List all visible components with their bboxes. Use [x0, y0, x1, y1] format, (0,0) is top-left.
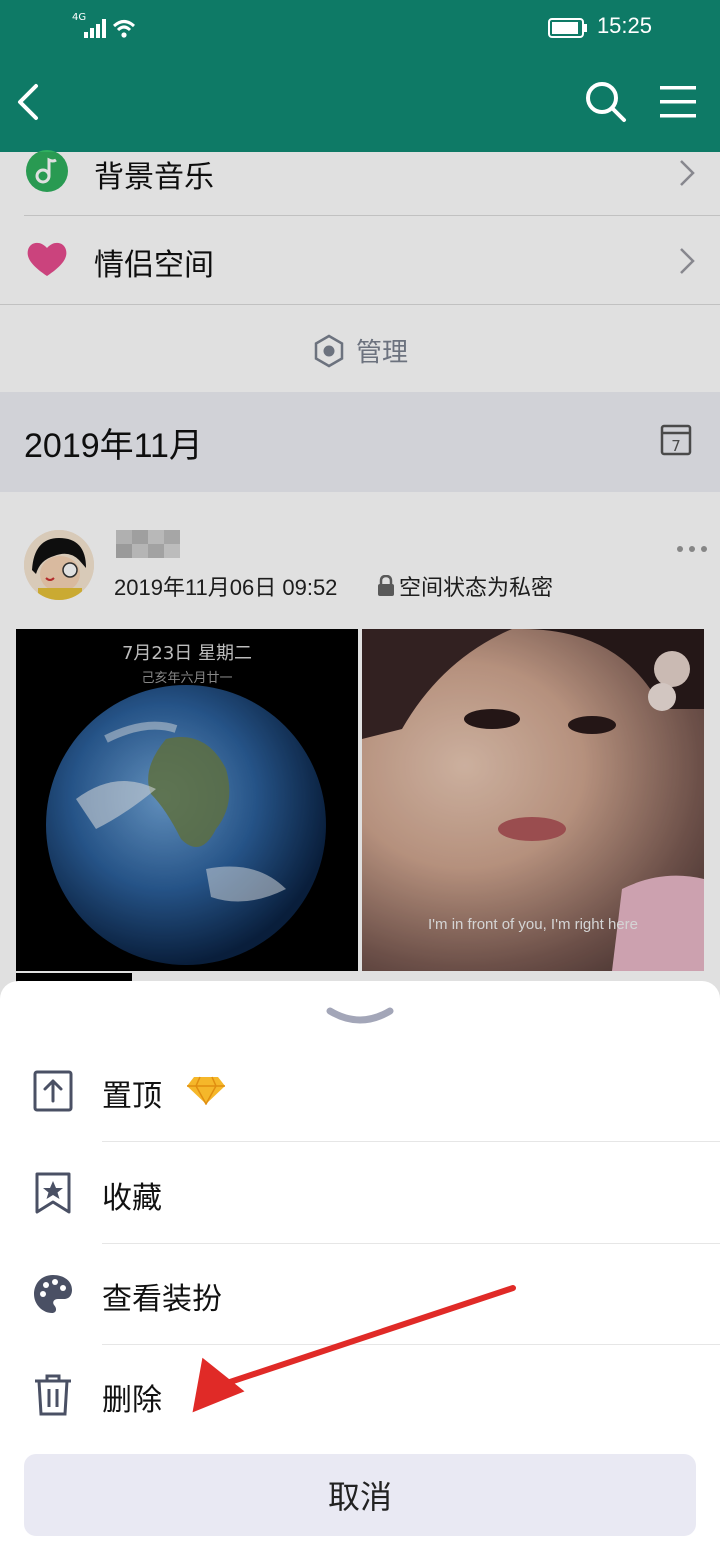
menu-item-label: 收藏 — [102, 1181, 162, 1216]
divider — [102, 1141, 720, 1142]
search-icon[interactable] — [584, 80, 628, 124]
collapse-handle-icon[interactable] — [324, 1005, 396, 1027]
chevron-left-icon[interactable] — [12, 80, 46, 124]
cancel-button[interactable]: 取消 — [24, 1454, 696, 1536]
vip-diamond-icon — [187, 1076, 225, 1105]
menu-item-label: 置顶 — [102, 1079, 162, 1114]
palette-icon — [34, 1275, 72, 1313]
menu-item-label: 删除 — [102, 1383, 162, 1418]
pin-top-icon — [33, 1070, 73, 1112]
cancel-label: 取消 — [327, 1478, 392, 1516]
hamburger-menu-icon[interactable] — [658, 84, 698, 120]
status-time: 15:25 — [596, 13, 652, 38]
action-sheet: 置顶 收藏 查看装扮 删除 取消 — [0, 981, 720, 1560]
menu-item-favorite[interactable]: 收藏 — [0, 1143, 720, 1244]
bookmark-star-icon — [35, 1172, 71, 1214]
menu-item-pin-top[interactable]: 置顶 — [0, 1041, 720, 1142]
signal-wifi-icon — [84, 19, 136, 38]
red-arrow-annotation — [192, 1285, 516, 1413]
battery-icon — [548, 18, 587, 38]
trash-icon — [35, 1374, 71, 1416]
